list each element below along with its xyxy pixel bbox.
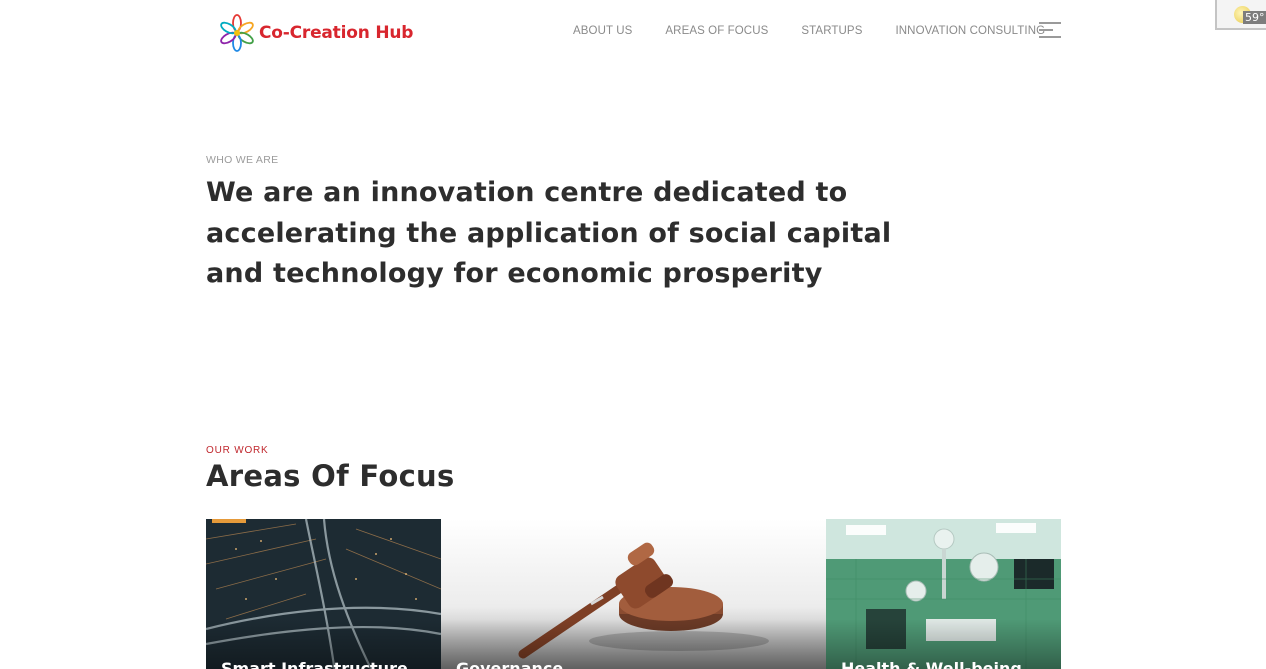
focus-card-label: Smart Infrastructure xyxy=(221,659,408,669)
who-we-are-eyebrow: WHO WE ARE xyxy=(206,154,279,166)
weather-widget[interactable]: 59° xyxy=(1215,0,1266,30)
focus-card-smart-infrastructure[interactable]: Smart Infrastructure xyxy=(206,519,441,669)
focus-card-label: Governance xyxy=(456,659,564,669)
logo-text: Co-Creation Hub xyxy=(259,23,414,43)
areas-of-focus-title: Areas Of Focus xyxy=(206,459,455,493)
hero-headline-line: We are an innovation centre dedicated to xyxy=(206,177,848,208)
our-work-eyebrow: OUR WORK xyxy=(206,445,269,456)
nav-areas-of-focus[interactable]: AREAS OF FOCUS xyxy=(665,25,768,37)
nav-innovation-consulting[interactable]: INNOVATION CONSULTING xyxy=(895,25,1045,37)
hero-headline: We are an innovation centre dedicated to… xyxy=(206,173,896,295)
hamburger-menu-icon[interactable] xyxy=(1039,22,1063,40)
hero-headline-line: accelerating the application of social c… xyxy=(206,217,892,249)
weather-temperature: 59° xyxy=(1243,11,1266,24)
focus-card-label: Health & Well-being xyxy=(841,659,1022,669)
logo-link[interactable]: Co-Creation Hub xyxy=(218,12,413,54)
focus-card-governance[interactable]: Governance xyxy=(441,519,826,669)
focus-card-health-well-being[interactable]: Health & Well-being xyxy=(826,519,1061,669)
hero-headline-line: and technology for economic prosperity xyxy=(206,258,823,289)
main-nav: ABOUT US AREAS OF FOCUS STARTUPS INNOVAT… xyxy=(573,25,1078,37)
flower-logo-icon xyxy=(218,12,256,54)
site-header: Co-Creation Hub ABOUT US AREAS OF FOCUS … xyxy=(0,0,1266,70)
nav-startups[interactable]: STARTUPS xyxy=(801,25,862,37)
focus-cards: Smart Infrastructure Governance Health &… xyxy=(206,519,1061,669)
nav-about-us[interactable]: ABOUT US xyxy=(573,25,632,37)
